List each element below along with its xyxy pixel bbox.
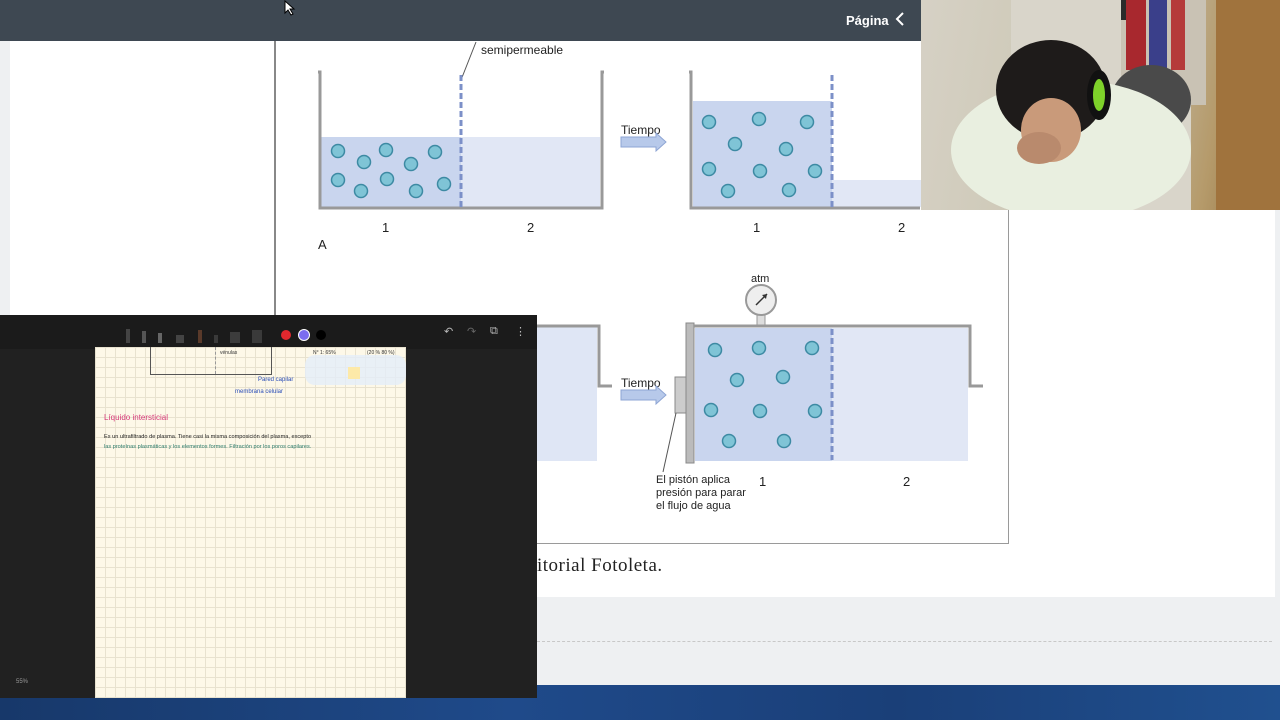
piston-caption-line-1: El pistón aplica	[656, 474, 731, 486]
note-top-label-a: vénulas	[220, 350, 238, 356]
note-line-1: Es un ultrafiltrado de plasma. Tiene cas…	[104, 434, 312, 440]
beaker-top-left	[318, 70, 604, 210]
pressure-gauge-icon	[745, 284, 777, 328]
external-open-icon[interactable]: ⧉	[490, 325, 498, 338]
notes-page[interactable]: vénulas N° 1: 65% (20 % 80 %) Pared capi…	[95, 347, 406, 698]
more-vertical-icon[interactable]: ⋮	[515, 325, 526, 338]
red-color-swatch[interactable]	[281, 330, 291, 340]
semipermeable-label: semipermeable	[481, 43, 563, 57]
pen-tools[interactable]	[120, 321, 270, 345]
note-arrow-label-1: Pared capilar	[258, 377, 294, 383]
purple-color-swatch[interactable]	[298, 329, 310, 341]
webcam-overlay	[921, 0, 1280, 210]
atm-label: atm	[751, 273, 769, 285]
label-1-top-right: 1	[753, 220, 760, 235]
zoom-level: 55%	[16, 679, 29, 685]
note-line-2: las proteínas plasmáticas y los elemento…	[104, 444, 312, 450]
piston-caption-line-3: el flujo de agua	[656, 500, 731, 512]
notes-toolbar: ↶ ↷ ⧉ ⋮	[0, 315, 537, 349]
tube-bottom-left	[537, 324, 612, 461]
beaker-top-right	[689, 70, 922, 210]
redo-icon[interactable]: ↷	[467, 325, 476, 338]
note-heading: Líquido intersticial	[104, 413, 169, 422]
piston-caption-line-2: presión para parar	[656, 487, 746, 499]
undo-icon[interactable]: ↶	[444, 325, 453, 338]
panel-letter: A	[318, 237, 327, 252]
label-1-top-left: 1	[382, 220, 389, 235]
label-2-bottom: 2	[903, 474, 910, 489]
label-2-top-left: 2	[527, 220, 534, 235]
note-arrow-label-2: membrana celular	[235, 389, 284, 395]
label-1-bottom: 1	[759, 474, 766, 489]
page-lower-area	[537, 597, 1280, 685]
tiempo-label-top: Tiempo	[621, 123, 661, 137]
black-color-swatch[interactable]	[316, 330, 326, 340]
tiempo-label-bottom: Tiempo	[621, 376, 661, 390]
label-2-top-right: 2	[898, 220, 905, 235]
notes-app-window: ↶ ↷ ⧉ ⋮ vénulas N° 1: 65% (20 % 80 %) Pa…	[0, 315, 537, 698]
figure-caption: itorial Fotoleta.	[537, 555, 663, 576]
tube-bottom-right	[662, 322, 983, 473]
